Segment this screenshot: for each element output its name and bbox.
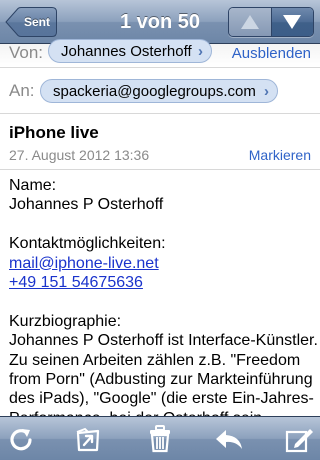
email-link[interactable]: mail@iphone-live.net [9,255,159,272]
delete-button[interactable] [144,423,176,455]
trash-icon [150,425,170,453]
bio-line: Johannes P Osterhoff ist Interface-Künst… [9,332,318,350]
bio-heading: Kurzbiographie: [9,312,122,330]
to-row: An: spackeria@googlegroups.com › [0,68,320,114]
arrow-up-icon [240,15,259,29]
message-body: Name: Johannes P Osterhoff Kontaktmöglic… [9,176,318,428]
navigation-bar: Sent 1 von 50 [0,0,320,44]
refresh-icon [10,429,32,451]
phone-link[interactable]: +49 151 54675636 [9,274,143,291]
next-message-button[interactable] [271,8,313,36]
chevron-right-icon: › [198,43,203,60]
move-to-folder-button[interactable] [72,423,104,455]
compose-button[interactable] [283,423,315,455]
back-button[interactable]: Sent [5,7,57,37]
compose-icon [285,429,313,453]
reply-icon [216,430,242,449]
message-date: 27. August 2012 13:36 [9,147,150,163]
mark-link[interactable]: Markieren [249,147,311,163]
arrow-down-icon [283,15,302,29]
subject-title: iPhone live [9,123,99,142]
chevron-right-icon: › [264,83,269,100]
name-value: Johannes P Osterhoff [9,196,164,214]
from-row: Von: Johannes Osterhoff › Ausblenden [0,39,320,68]
back-button-label: Sent [23,15,50,29]
bottom-toolbar [0,416,320,460]
contact-heading: Kontaktmöglichkeiten: [9,235,166,253]
name-heading: Name: [9,177,57,194]
sender-bubble[interactable]: Johannes Osterhoff › [48,39,212,63]
recipient-address: spackeria@googlegroups.com [53,83,256,100]
to-label: An: [9,81,35,100]
from-label: Von: [9,43,44,62]
refresh-button[interactable] [5,423,37,455]
reply-button[interactable] [213,423,245,455]
bio-line: des iPads), "Google" (die erste Ein-Jahr… [9,390,314,408]
bio-line: from Porn" (Adbusting zur Markteinführun… [9,370,313,388]
hide-details-link[interactable]: Ausblenden [232,45,311,62]
message-navigation-control [228,7,314,37]
subject-row: iPhone live 27. August 2012 13:36 Markie… [0,114,320,170]
sender-name: Johannes Osterhoff [61,43,192,60]
recipient-bubble[interactable]: spackeria@googlegroups.com › [40,79,278,103]
bio-line: Zu seinen Arbeiten zählen z.B. "Freedom [9,351,301,369]
previous-message-button[interactable] [229,8,272,36]
move-to-folder-icon [76,427,100,452]
page-title: 1 von 50 [119,11,201,33]
